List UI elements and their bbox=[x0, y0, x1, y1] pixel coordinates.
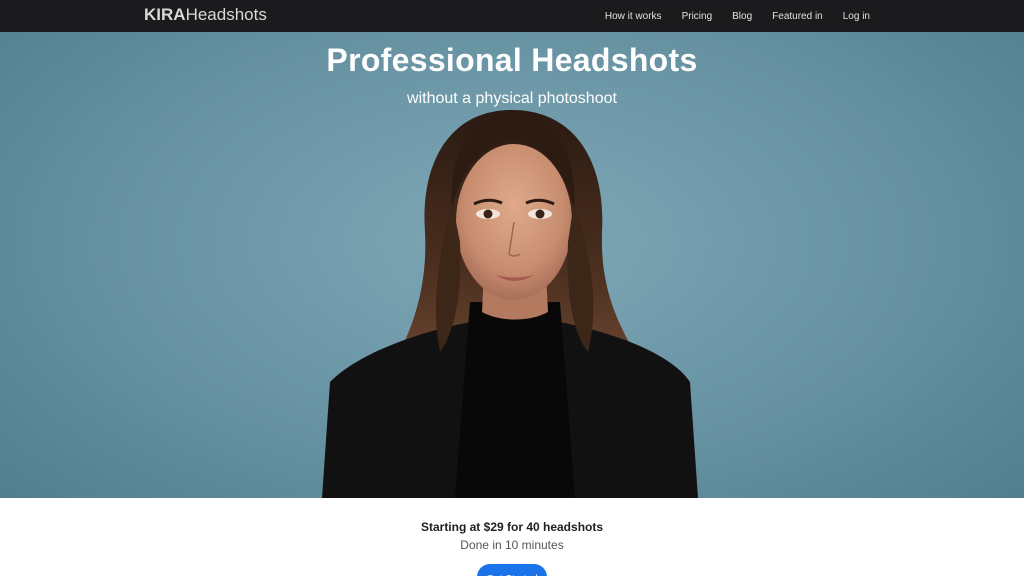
hero-section: Professional Headshots without a physica… bbox=[0, 32, 1024, 498]
brand-logo-bold: KIRA bbox=[144, 5, 186, 24]
nav-link-pricing[interactable]: Pricing bbox=[682, 11, 713, 22]
get-started-button[interactable]: Get Started bbox=[477, 564, 547, 576]
nav-link-featured-in[interactable]: Featured in bbox=[772, 11, 823, 22]
nav-links: How it works Pricing Blog Featured in Lo… bbox=[605, 0, 870, 32]
nav-link-blog[interactable]: Blog bbox=[732, 11, 752, 22]
turnaround-text: Done in 10 minutes bbox=[460, 538, 564, 552]
top-navbar: KIRAHeadshots How it works Pricing Blog … bbox=[0, 0, 1024, 32]
brand-logo-light: Headshots bbox=[185, 5, 267, 24]
hero-subtitle: without a physical photoshoot bbox=[407, 90, 617, 107]
hero-title: Professional Headshots bbox=[326, 42, 698, 78]
pricing-text: Starting at $29 for 40 headshots bbox=[420, 520, 604, 534]
nav-link-how-it-works[interactable]: How it works bbox=[605, 11, 662, 22]
nav-link-log-in[interactable]: Log in bbox=[843, 11, 870, 22]
brand-logo[interactable]: KIRAHeadshots bbox=[144, 5, 267, 25]
